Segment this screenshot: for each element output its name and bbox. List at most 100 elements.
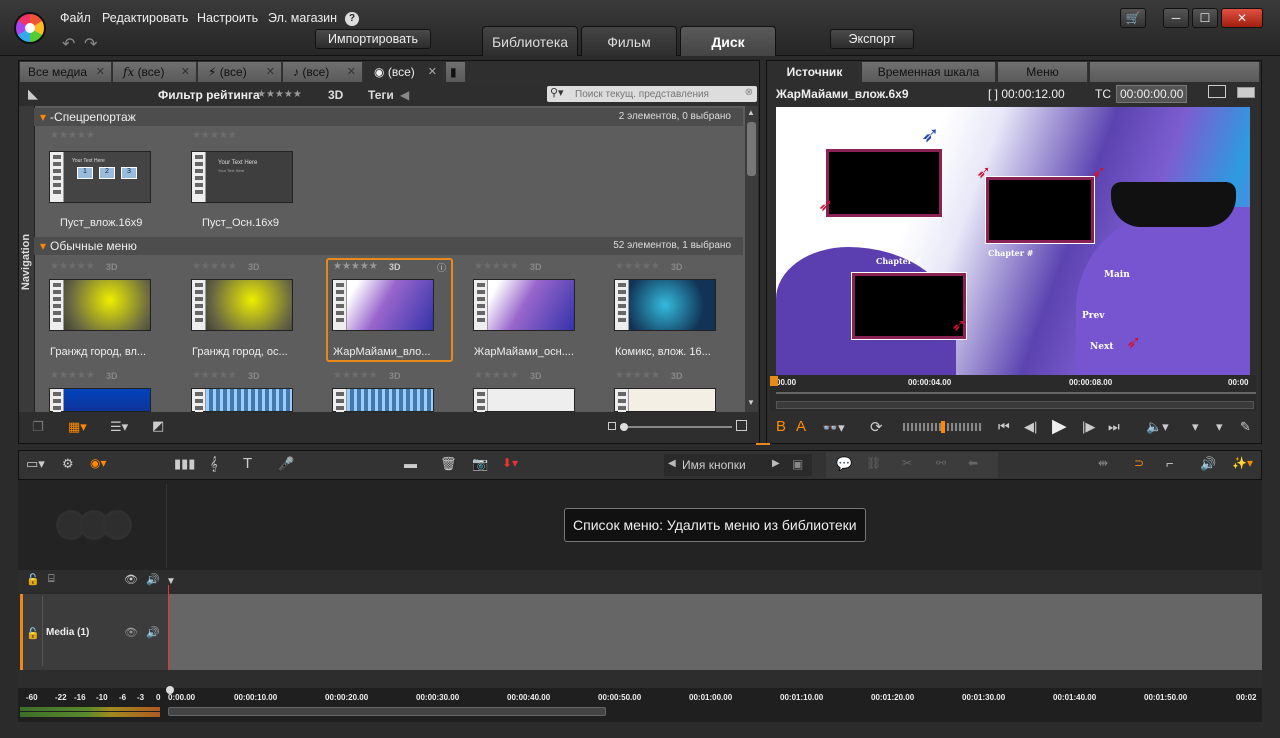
marker-right-icon[interactable]: ▾ bbox=[1216, 419, 1223, 435]
tab-timeline[interactable]: Временная шкала bbox=[862, 62, 996, 82]
item-rating[interactable]: ★★★★★ bbox=[333, 370, 378, 381]
prev-button-icon[interactable]: ◀ bbox=[668, 458, 676, 469]
track-content-media[interactable] bbox=[168, 594, 1262, 670]
aspect-icon[interactable] bbox=[1237, 87, 1255, 98]
tag-icon[interactable]: ◀ bbox=[400, 88, 409, 102]
item-rating[interactable]: ★★★★★ bbox=[50, 130, 95, 141]
back-arrow-icon[interactable]: ⬅ bbox=[968, 456, 978, 470]
shuttle-control[interactable] bbox=[903, 421, 983, 433]
menu-edit[interactable]: Редактировать bbox=[102, 11, 188, 25]
trash-icon[interactable]: 🗑 bbox=[440, 456, 457, 472]
lock-icon[interactable]: 🔓 bbox=[26, 627, 40, 640]
go-to-start-icon[interactable]: ⏮ bbox=[998, 419, 1010, 435]
group-header[interactable]: ▾ Обычные меню 52 элементов, 1 выбрано bbox=[34, 237, 743, 255]
menu-thumbnail[interactable] bbox=[191, 388, 293, 434]
go-to-end-icon[interactable]: ⏭ bbox=[1108, 419, 1120, 435]
magnet-icon[interactable]: ⊃ bbox=[1134, 456, 1144, 470]
audio-levels-icon[interactable]: ▮▮▮ bbox=[174, 456, 195, 472]
scrollbar-thumb[interactable] bbox=[747, 122, 756, 176]
collapse-arrow-icon[interactable]: ▾ bbox=[34, 239, 50, 253]
tab-disc[interactable]: Диск bbox=[680, 26, 776, 56]
clear-search-icon[interactable]: ⊗ bbox=[745, 87, 753, 98]
undo-icon[interactable]: ↶ bbox=[62, 34, 75, 54]
close-icon[interactable]: ✕ bbox=[428, 62, 437, 82]
scrub-track[interactable] bbox=[776, 392, 1256, 394]
store-icon[interactable]: 🛒 bbox=[1120, 8, 1146, 28]
3d-glasses-icon[interactable]: 👓▾ bbox=[822, 420, 845, 436]
link-icon[interactable]: ⛓ bbox=[866, 456, 881, 470]
menu-thumbnail[interactable] bbox=[614, 388, 716, 434]
ripple-icon[interactable]: ⇹ bbox=[1098, 456, 1108, 470]
scrub-scrollbar[interactable] bbox=[776, 401, 1254, 409]
settings-icon[interactable]: ✎ bbox=[1240, 419, 1251, 435]
zoom-slider[interactable] bbox=[620, 423, 732, 431]
menu-nav-next[interactable]: Next bbox=[1090, 342, 1113, 352]
tab-transitions[interactable]: ⚡ (все) ✕ bbox=[198, 62, 282, 82]
fullscreen-icon[interactable] bbox=[1208, 85, 1226, 98]
minimize-button[interactable]: ─ bbox=[1163, 8, 1189, 28]
menu-thumbnail[interactable] bbox=[473, 279, 575, 331]
menu-thumbnail[interactable] bbox=[332, 388, 434, 434]
item-rating[interactable]: ★★★★★ bbox=[474, 261, 519, 272]
speaker-icon[interactable]: 🔊 bbox=[146, 573, 160, 586]
comment-icon[interactable]: 💬 bbox=[836, 456, 852, 472]
close-icon[interactable]: ✕ bbox=[96, 62, 105, 82]
redo-icon[interactable]: ↷ bbox=[84, 34, 97, 54]
unlink-icon[interactable]: ✂ bbox=[902, 456, 912, 470]
text-tool-icon[interactable]: T bbox=[243, 455, 252, 472]
record-icon[interactable]: ◉▾ bbox=[90, 456, 107, 470]
mark-out-icon[interactable]: A bbox=[796, 418, 806, 435]
button-name-field[interactable]: ◀ Имя кнопки ▶ ▣ bbox=[664, 454, 812, 476]
track-name[interactable]: Media (1) bbox=[46, 627, 89, 638]
app-logo-icon[interactable] bbox=[14, 12, 46, 44]
item-rating[interactable]: ★★★★★ bbox=[192, 261, 237, 272]
zoom-large-icon[interactable] bbox=[736, 420, 747, 431]
audio-scrub-icon[interactable]: 🔊 bbox=[1200, 456, 1216, 472]
speaker-icon[interactable]: 🔊 bbox=[146, 626, 160, 639]
filter-3d-toggle[interactable]: 3D bbox=[328, 88, 343, 102]
gear-icon[interactable]: ⚙ bbox=[62, 456, 74, 472]
zoom-small-icon[interactable] bbox=[608, 422, 616, 430]
tab-movie[interactable]: Фильм bbox=[581, 26, 677, 56]
send-to-timeline-icon[interactable]: ◩ bbox=[152, 418, 164, 434]
search-icon[interactable]: ⚲▾ bbox=[550, 86, 564, 99]
tab-source[interactable]: Источник bbox=[770, 62, 860, 82]
treble-clef-icon[interactable]: 𝄞 bbox=[210, 456, 218, 472]
eye-icon[interactable]: 👁 bbox=[124, 626, 138, 639]
next-button-icon[interactable]: ▶ bbox=[772, 458, 780, 469]
group-header[interactable]: ▾ -Спецрепортаж 2 элементов, 0 выбрано bbox=[34, 108, 743, 126]
play-icon[interactable]: ▶ bbox=[1052, 415, 1067, 438]
close-icon[interactable]: ✕ bbox=[266, 62, 275, 82]
frame-icon[interactable]: ▣ bbox=[792, 457, 803, 471]
item-rating[interactable]: ★★★★★ bbox=[333, 261, 378, 272]
tags-label[interactable]: Теги bbox=[368, 88, 394, 102]
add-tab-icon[interactable]: ▮ bbox=[446, 62, 466, 82]
tab-menu[interactable]: Меню bbox=[998, 62, 1088, 82]
marker-icon[interactable]: ⬇▾ bbox=[502, 456, 518, 470]
timeline-scrollbar[interactable] bbox=[168, 707, 606, 716]
export-button[interactable]: Экспорт bbox=[830, 29, 914, 49]
pages-icon[interactable]: ❐ bbox=[32, 419, 44, 435]
close-icon[interactable]: ✕ bbox=[181, 62, 190, 82]
rating-filter-stars[interactable]: ★★★★★ bbox=[257, 89, 302, 100]
search-input[interactable] bbox=[575, 87, 740, 101]
item-rating[interactable]: ★★★★★ bbox=[615, 261, 660, 272]
volume-icon[interactable]: 🔈▾ bbox=[1146, 419, 1169, 435]
menu-thumbnail[interactable] bbox=[49, 388, 151, 434]
magic-wand-icon[interactable]: ✨▾ bbox=[1232, 456, 1253, 470]
menu-setup[interactable]: Настроить bbox=[197, 11, 258, 25]
tab-disc-menus[interactable]: ◉ (все) ✕ bbox=[364, 62, 444, 82]
list-view-icon[interactable]: ☰▾ bbox=[110, 419, 128, 435]
search-box[interactable]: ⚲▾ ⊗ bbox=[547, 86, 757, 102]
tab-music[interactable]: ♪ (все) ✕ bbox=[283, 62, 363, 82]
navigation-sidebar[interactable]: Navigation bbox=[19, 106, 35, 412]
item-rating[interactable]: ★★★★★ bbox=[192, 130, 237, 141]
maximize-button[interactable]: ☐ bbox=[1192, 8, 1218, 28]
marker-left-icon[interactable]: ▾ bbox=[1192, 419, 1199, 435]
microphone-icon[interactable]: 🎤 bbox=[278, 456, 294, 472]
track-settings-icon[interactable]: ⌸ bbox=[48, 573, 55, 586]
preview-image[interactable]: Chapter # Chapter # Chapter # Main Prev … bbox=[776, 107, 1250, 375]
razor-icon[interactable]: ▬ bbox=[404, 456, 417, 471]
menu-store[interactable]: Эл. магазин bbox=[268, 11, 337, 25]
menu-thumbnail[interactable]: Your Text Here Your Text Here bbox=[191, 151, 293, 203]
